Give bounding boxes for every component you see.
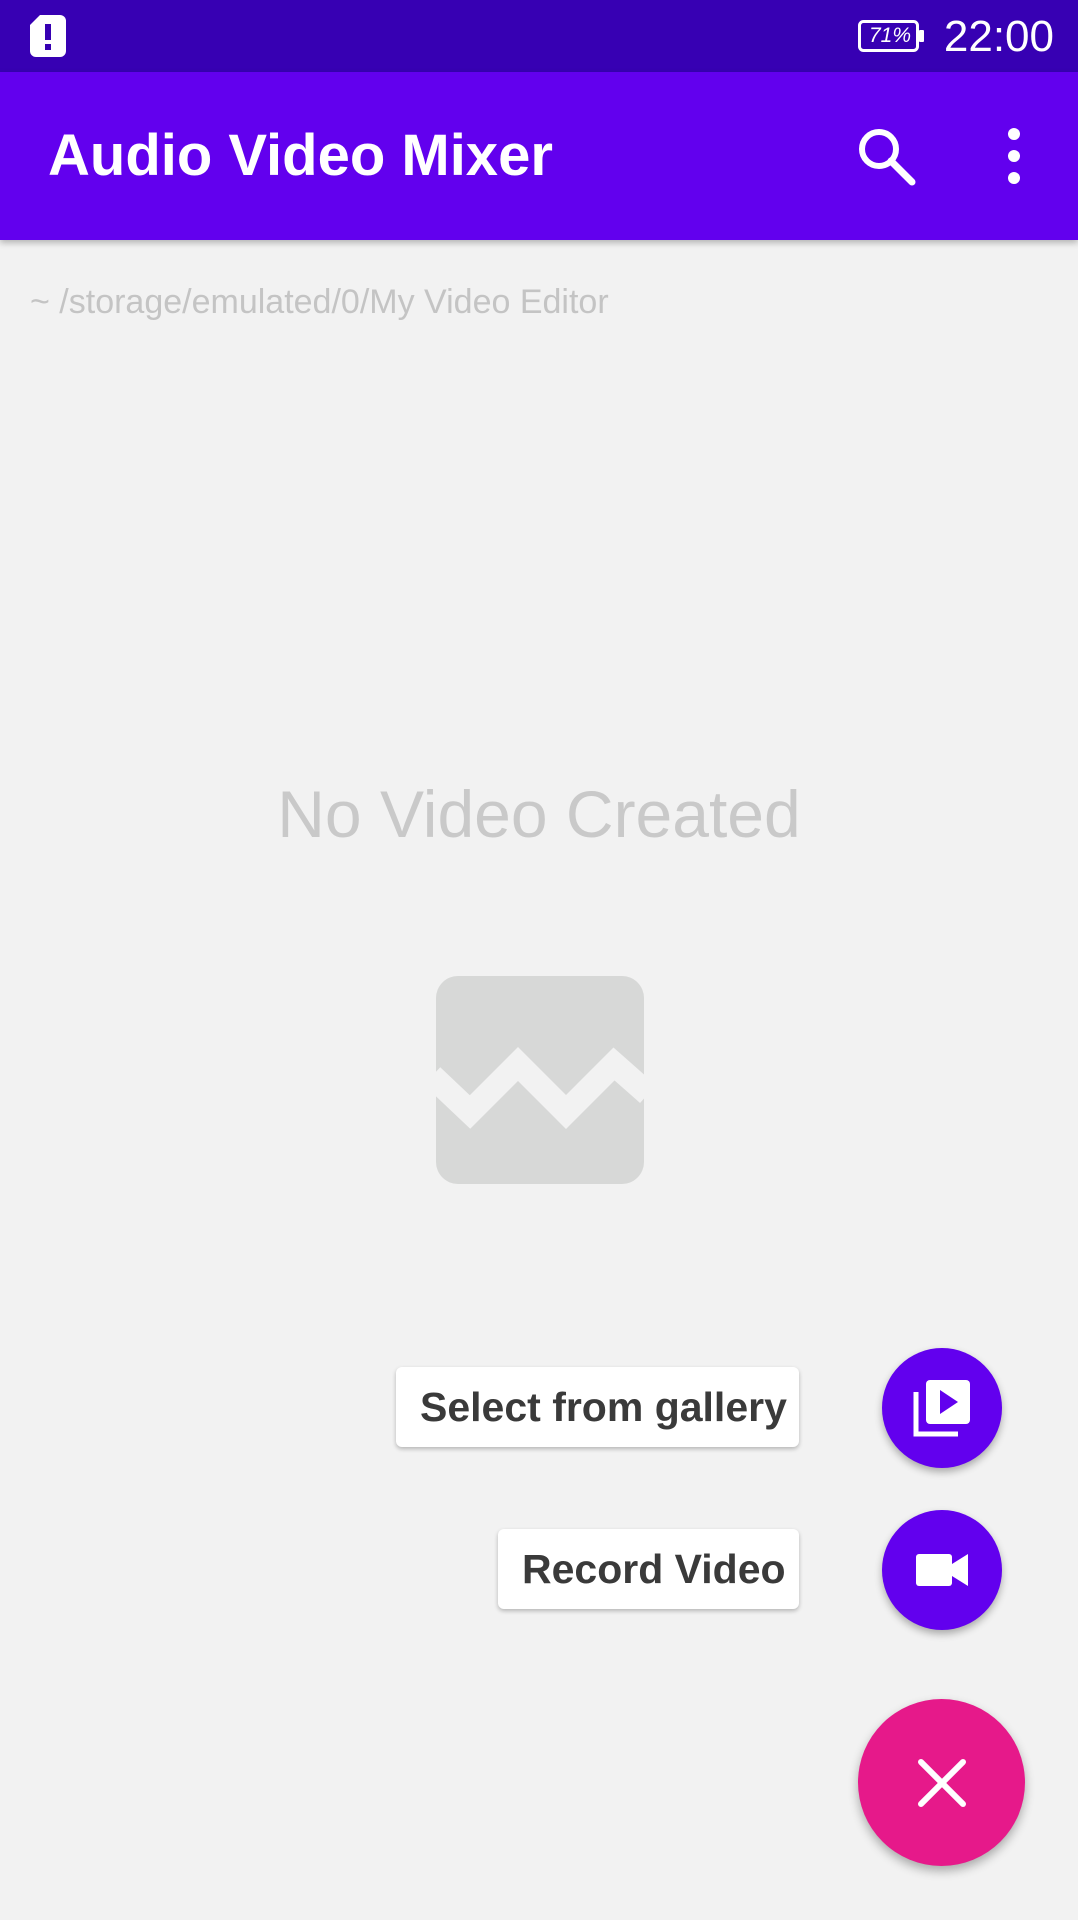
empty-state-message: No Video Created bbox=[277, 777, 801, 851]
sim-alert-icon bbox=[30, 15, 66, 57]
video-library-icon bbox=[913, 1380, 970, 1437]
search-icon[interactable] bbox=[852, 122, 920, 190]
select-from-gallery-label[interactable]: Select from gallery bbox=[396, 1367, 799, 1447]
app-bar: Audio Video Mixer bbox=[0, 72, 1078, 240]
status-bar: 71% 22:00 bbox=[0, 0, 1078, 72]
videocam-icon bbox=[916, 1554, 968, 1586]
close-fab-button[interactable] bbox=[858, 1699, 1025, 1866]
close-icon bbox=[918, 1759, 966, 1807]
broken-image-icon bbox=[436, 976, 644, 1184]
battery-level: 71% bbox=[868, 24, 912, 47]
clock: 22:00 bbox=[943, 12, 1054, 61]
app-title: Audio Video Mixer bbox=[48, 123, 553, 188]
record-video-button[interactable] bbox=[882, 1510, 1002, 1630]
more-vert-icon[interactable] bbox=[990, 122, 1038, 190]
select-from-gallery-button[interactable] bbox=[882, 1348, 1002, 1468]
record-video-label[interactable]: Record Video bbox=[498, 1529, 799, 1609]
storage-path: ~ /storage/emulated/0/My Video Editor bbox=[30, 283, 609, 321]
